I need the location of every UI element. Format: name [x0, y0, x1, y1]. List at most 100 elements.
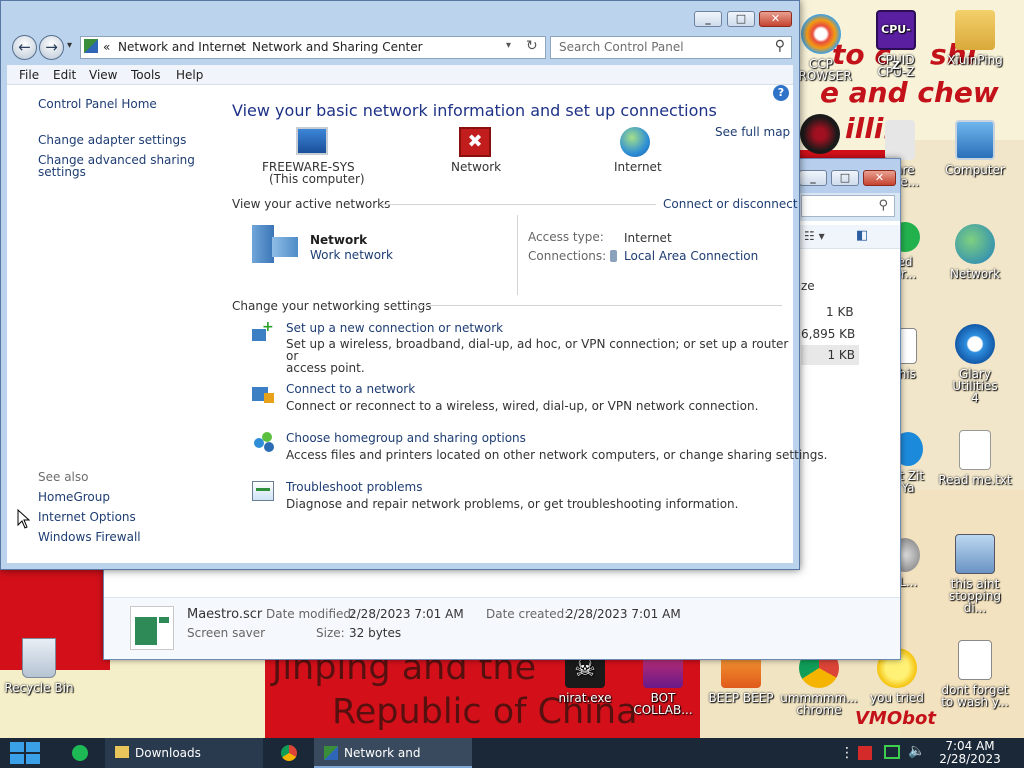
access-type-label: Access type:: [528, 230, 604, 244]
file-type: Screen saver: [187, 626, 266, 640]
close-button[interactable]: ✕: [863, 170, 896, 186]
folder-icon: [115, 746, 129, 758]
search-icon[interactable]: ⚲: [775, 38, 785, 54]
flag-icon[interactable]: [858, 746, 872, 760]
sidebar-item-internet-options[interactable]: Internet Options: [38, 511, 136, 523]
task-connect-network[interactable]: Connect to a network: [286, 382, 415, 396]
recycle-icon[interactable]: Recycle Bin: [0, 638, 78, 694]
sidebar-item-control-panel-home[interactable]: Control Panel Home: [38, 98, 157, 110]
modified-label: Date modified:: [266, 607, 356, 621]
breadcrumb-prefix[interactable]: «: [103, 40, 110, 54]
active-network-type[interactable]: Work network: [310, 248, 393, 262]
volume-icon[interactable]: 🔈: [908, 743, 925, 759]
breadcrumb-separator-icon[interactable]: ›: [238, 40, 243, 54]
computer-icon[interactable]: Computer: [936, 120, 1014, 176]
details-pane: Maestro.scr Screen saver Date modified: …: [104, 597, 900, 659]
search-control-panel-input[interactable]: Search Control Panel ⚲: [550, 36, 792, 59]
navigation-bar: ← → ▾ « Network and Internet › Network a…: [1, 31, 799, 63]
maximize-button[interactable]: □: [727, 11, 755, 27]
overflow-icon[interactable]: ⋮: [840, 745, 854, 761]
active-networks-header: View your active networks: [232, 197, 391, 211]
ethernet-icon: [610, 250, 617, 262]
window-titlebar[interactable]: _ □ ✕: [1, 1, 799, 31]
task-homegroup-desc: Access files and printers located on oth…: [286, 448, 828, 462]
troubleshoot-icon: [252, 481, 274, 501]
see-full-map-link[interactable]: See full map: [715, 125, 790, 139]
sidebar-item-windows-firewall[interactable]: Windows Firewall: [38, 531, 141, 543]
network-icon[interactable]: Network: [936, 224, 1014, 280]
file-name: Maestro.scr: [187, 607, 263, 622]
file-size: 6,895 KB: [801, 327, 856, 341]
breadcrumb-network-sharing-center[interactable]: Network and Sharing Center: [252, 40, 423, 54]
sidebar-item-homegroup[interactable]: HomeGroup: [38, 491, 110, 503]
maximize-button[interactable]: □: [831, 170, 859, 186]
explorer-search-input[interactable]: ⚲: [801, 195, 895, 217]
menu-tools[interactable]: Tools: [131, 68, 161, 82]
network-tray-icon[interactable]: [884, 745, 900, 759]
menu-bar: File Edit View Tools Help: [7, 65, 793, 85]
recent-pages-icon[interactable]: ▾: [67, 40, 72, 51]
control-panel-icon: [84, 39, 98, 53]
column-header-size[interactable]: ze: [801, 279, 815, 293]
refresh-icon[interactable]: ↻: [526, 38, 538, 54]
mouse-cursor-icon: [17, 509, 31, 529]
connections-label: Connections:: [528, 249, 607, 263]
minimize-button[interactable]: _: [799, 170, 827, 186]
sidebar-item-change-advanced-sharing[interactable]: Change advanced sharing settings: [38, 154, 198, 178]
taskbar-item-network-sharing[interactable]: Network and Sharin...: [314, 738, 472, 768]
clock-date[interactable]: 2/28/2023: [938, 753, 1002, 766]
size-value: 32 bytes: [349, 626, 402, 640]
address-dropdown-icon[interactable]: ▾: [506, 40, 511, 51]
new-connection-icon: +: [252, 320, 276, 343]
dont-forget-icon[interactable]: dont forget to wash y...: [936, 640, 1014, 708]
glary-icon[interactable]: Glary Utilities 4: [936, 324, 1014, 404]
dark-app-icon[interactable]: [800, 114, 840, 154]
close-button[interactable]: ✕: [759, 11, 792, 27]
task-new-connection[interactable]: Set up a new connection or network: [286, 321, 503, 335]
back-button[interactable]: ←: [12, 35, 37, 60]
network-map-label: Network: [451, 160, 502, 174]
menu-view[interactable]: View: [89, 68, 117, 82]
created-value: 2/28/2023 7:01 AM: [566, 607, 681, 621]
size-label: Size:: [316, 626, 345, 640]
help-icon[interactable]: ?: [773, 85, 789, 101]
view-options-icon[interactable]: ☷ ▾: [804, 229, 825, 243]
main-pane: View your basic network information and …: [222, 85, 827, 563]
sidebar: Control Panel Home Change adapter settin…: [7, 85, 222, 563]
cpuid-icon[interactable]: CPU-Z CPUID CPU-Z: [857, 10, 935, 78]
active-network-name: Network: [310, 233, 368, 247]
task-troubleshoot[interactable]: Troubleshoot problems: [286, 480, 422, 494]
breadcrumb-network-internet[interactable]: Network and Internet: [118, 40, 246, 54]
settings-header: Change your networking settings: [232, 299, 432, 313]
sidebar-item-change-adapter-settings[interactable]: Change adapter settings: [38, 134, 186, 146]
menu-help[interactable]: Help: [176, 68, 203, 82]
task-homegroup[interactable]: Choose homegroup and sharing options: [286, 431, 526, 445]
address-bar[interactable]: « Network and Internet › Network and Sha…: [80, 36, 546, 59]
start-button[interactable]: [10, 742, 42, 764]
search-icon: ⚲: [878, 198, 888, 213]
taskbar: Downloads Network and Sharin... ⋮ 🔈 7:04…: [0, 738, 1024, 768]
file-size-selected[interactable]: 1 KB: [801, 345, 859, 365]
connect-disconnect-link[interactable]: Connect or disconnect: [663, 197, 798, 211]
connections-value[interactable]: Local Area Connection: [624, 249, 758, 263]
menu-file[interactable]: File: [19, 68, 39, 82]
page-title: View your basic network information and …: [232, 101, 717, 120]
xiuping-icon[interactable]: XiuinPing: [936, 10, 1014, 66]
chrome-taskbar-icon[interactable]: [281, 745, 297, 761]
wallpaper-text: VMObot: [855, 708, 936, 729]
this-aint-icon[interactable]: this aint stopping di...: [936, 534, 1014, 614]
spotify-icon[interactable]: [72, 745, 88, 761]
readme-icon[interactable]: Read me.txt: [936, 430, 1014, 486]
preview-pane-icon[interactable]: ◧: [856, 228, 868, 243]
minimize-button[interactable]: _: [694, 11, 722, 27]
control-panel-icon: [324, 746, 338, 760]
task-new-connection-desc: Set up a wireless, broadband, dial-up, a…: [286, 337, 789, 375]
menu-edit[interactable]: Edit: [53, 68, 76, 82]
taskbar-item-downloads[interactable]: Downloads: [105, 738, 263, 768]
forward-button[interactable]: →: [39, 35, 64, 60]
computer-sub: (This computer): [269, 172, 365, 186]
internet-globe-icon[interactable]: [620, 127, 650, 157]
network-error-icon[interactable]: ✖: [459, 127, 491, 157]
task-troubleshoot-desc: Diagnose and repair network problems, or…: [286, 497, 739, 511]
see-also-header: See also: [38, 470, 89, 484]
